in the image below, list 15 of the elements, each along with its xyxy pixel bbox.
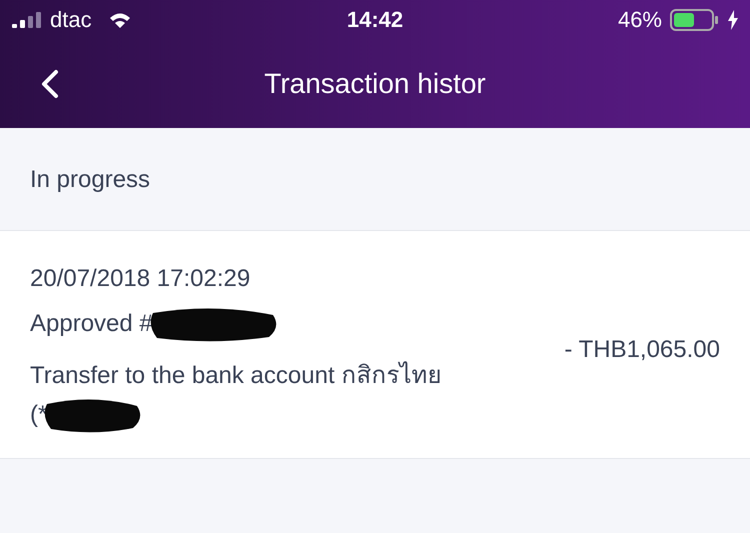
- carrier-name: dtac: [50, 7, 92, 33]
- battery-icon: [670, 9, 720, 31]
- charging-icon: [728, 10, 738, 30]
- approval-code: Approved #: [30, 310, 153, 338]
- transaction-card[interactable]: 20/07/2018 17:02:29 Approved # Transfer to the bank account กสิกรไทย (* - THB1,065.00: [0, 231, 750, 459]
- transaction-datetime: 20/07/2018 17:02:29: [30, 265, 252, 293]
- page-title: Transaction histor: [263, 68, 487, 100]
- battery-percentage: 46%: [618, 7, 662, 33]
- transaction-amount: - THB1,065.00: [564, 336, 720, 364]
- wifi-icon: [108, 11, 132, 29]
- section-title: In progress: [30, 166, 150, 194]
- transaction-description: Transfer to the bank account กสิกรไทย: [30, 360, 442, 391]
- clock-time: 14:42: [346, 7, 404, 33]
- account-number: (*: [30, 401, 48, 429]
- signal-icon: [12, 12, 42, 28]
